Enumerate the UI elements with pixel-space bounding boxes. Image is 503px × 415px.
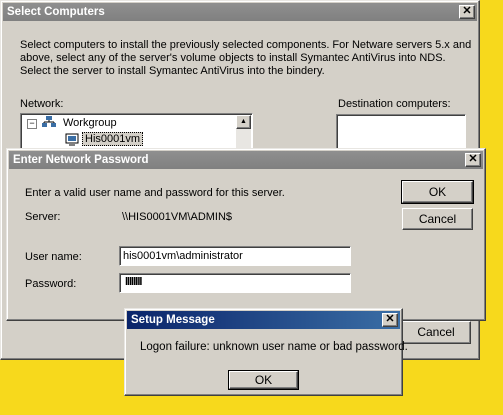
workgroup-icon	[42, 116, 56, 128]
close-icon[interactable]: ✕	[465, 153, 481, 167]
password-cancel-button[interactable]: Cancel	[402, 208, 473, 230]
password-mask: llllllll	[125, 276, 142, 288]
password-instruction: Enter a valid user name and password for…	[25, 187, 285, 199]
server-value: \\HIS0001VM\ADMIN$	[122, 211, 233, 223]
destination-computers-label: Destination computers:	[338, 98, 451, 110]
enter-network-password-titlebar[interactable]: Enter Network Password ✕	[9, 151, 483, 169]
select-computers-titlebar[interactable]: Select Computers ✕	[3, 3, 477, 21]
select-computers-title: Select Computers	[7, 6, 105, 18]
password-field[interactable]: llllllll	[119, 273, 351, 293]
computer-icon	[65, 133, 79, 147]
tree-collapse-icon[interactable]: −	[27, 119, 37, 129]
destination-computers-list[interactable]	[336, 114, 466, 149]
setup-message-titlebar[interactable]: Setup Message ✕	[127, 311, 400, 329]
username-label: User name:	[25, 251, 82, 263]
enter-network-password-window: Enter Network Password ✕ Enter a valid u…	[6, 148, 486, 321]
close-icon[interactable]: ✕	[382, 313, 398, 327]
enter-network-password-title: Enter Network Password	[13, 154, 149, 166]
select-computers-desc-2: above, select any of the server's volume…	[20, 52, 446, 64]
setup-message-text: Logon failure: unknown user name or bad …	[140, 341, 408, 353]
server-label: Server:	[25, 211, 61, 223]
password-ok-button[interactable]: OK	[401, 180, 474, 204]
setup-message-title: Setup Message	[131, 314, 215, 326]
setup-message-ok-button[interactable]: OK	[228, 370, 299, 390]
setup-message-window: Setup Message ✕ Logon failure: unknown u…	[124, 308, 408, 396]
tree-item-his0001vm[interactable]: His0001vm	[82, 132, 144, 146]
close-icon[interactable]: ✕	[459, 5, 475, 19]
select-computers-desc-1: Select computers to install the previous…	[20, 39, 472, 51]
tree-item-workgroup[interactable]: Workgroup	[63, 117, 117, 129]
username-field[interactable]	[119, 246, 351, 266]
select-computers-cancel-button[interactable]: Cancel	[401, 321, 471, 344]
scroll-up-icon[interactable]: ▲	[236, 115, 251, 129]
select-computers-desc-3: Select the server to install Symantec An…	[20, 65, 325, 77]
network-label: Network:	[20, 98, 64, 110]
password-label: Password:	[25, 278, 77, 290]
